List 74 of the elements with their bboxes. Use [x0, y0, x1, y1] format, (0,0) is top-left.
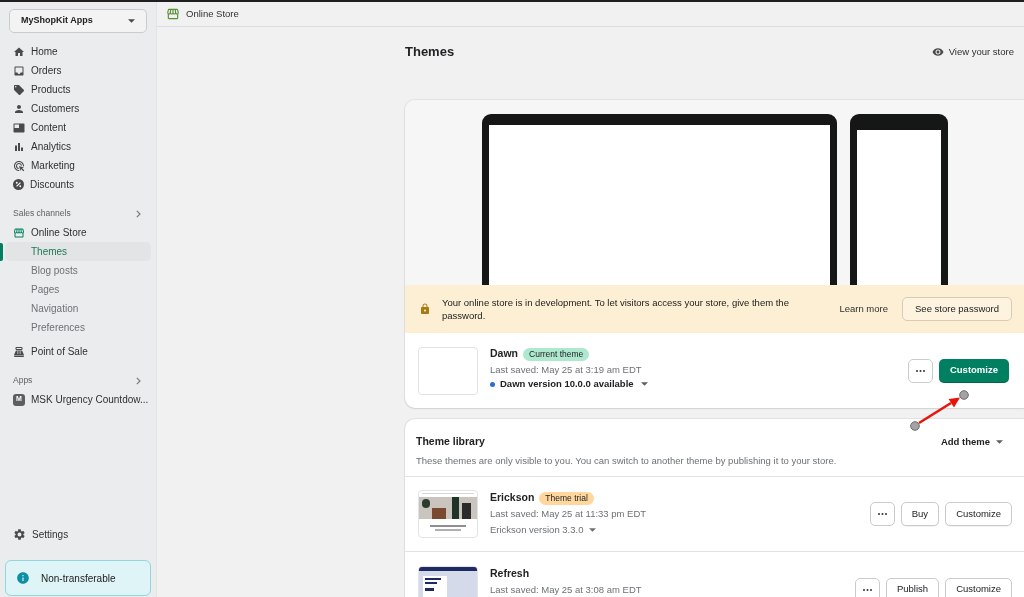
section-description: These themes are only visible to you. You can switch to another theme by publishing it to your store.	[416, 454, 838, 468]
nav-item[interactable]: Preferences	[5, 318, 151, 337]
settings-icon	[13, 528, 26, 541]
theme-name: Refresh	[490, 565, 530, 581]
nav-item[interactable]: Blog posts	[5, 261, 151, 280]
nav-item[interactable]: Navigation	[5, 299, 151, 318]
tag-icon	[13, 83, 25, 96]
nav-item[interactable]: Customers	[5, 99, 151, 118]
cash-register-icon	[13, 345, 25, 358]
caret-icon	[128, 19, 135, 23]
nav-item[interactable]: Content	[5, 118, 151, 137]
more-actions-button[interactable]	[907, 358, 933, 383]
theme-name: Dawn	[490, 346, 518, 362]
nav-item[interactable]: Products	[5, 80, 151, 99]
info-icon	[16, 571, 30, 585]
theme-status-badge: Current theme	[523, 347, 590, 361]
nav-item[interactable]: Discounts	[5, 175, 151, 194]
thumbnail-placeholder	[418, 346, 478, 395]
chevron-right-icon	[136, 209, 141, 218]
caret-icon	[996, 440, 1003, 444]
bar-chart-icon	[13, 140, 25, 153]
storefront-icon	[13, 226, 25, 239]
eye-icon	[931, 46, 944, 58]
action-button[interactable]: Buy	[900, 502, 940, 526]
banner-message: Your online store is in development. To let visitors access your store, give them the password.	[442, 296, 790, 322]
section-heading: Sales channels	[13, 207, 71, 220]
chevron-right-icon	[136, 376, 141, 385]
top-bar-title: Online Store	[186, 6, 239, 21]
caret-icon	[640, 382, 648, 386]
ellipsis-icon	[862, 588, 872, 591]
more-actions-button[interactable]	[854, 577, 880, 597]
nav-item[interactable]: Orders	[5, 61, 151, 80]
page-title: Themes	[405, 43, 455, 62]
view-store-link[interactable]: View your store	[931, 44, 1014, 60]
store-selector[interactable]: MyShopKit Apps	[9, 9, 147, 33]
last-saved-text: Last saved: May 25 at 11:33 pm EDT	[490, 507, 647, 521]
inbox-icon	[13, 64, 25, 77]
more-actions-button[interactable]	[869, 502, 895, 526]
action-button[interactable]: Publish	[885, 577, 940, 597]
primary-button[interactable]: Customize	[938, 358, 1009, 383]
home-icon	[13, 45, 25, 58]
last-saved-text: Last saved: May 25 at 3:08 am EDT	[490, 582, 642, 597]
nav-item[interactable]: Themes	[5, 242, 151, 261]
lock-icon	[419, 303, 431, 315]
section-heading: Apps	[13, 374, 33, 387]
nav-item[interactable]: Point of Sale	[5, 342, 151, 361]
nav-item[interactable]: Online Store	[5, 223, 151, 242]
nav-item[interactable]: Home	[5, 42, 151, 61]
last-saved-text: Last saved: May 25 at 3:19 am EDT	[490, 362, 643, 377]
caret-icon	[589, 528, 597, 532]
theme-name: Erickson	[490, 490, 535, 506]
nav-item[interactable]: Pages	[5, 280, 151, 299]
version-dropdown[interactable]: Dawn version 10.0.0 available	[490, 376, 648, 392]
section-title: Theme library	[416, 434, 485, 450]
add-theme-button[interactable]: Add theme	[940, 434, 1003, 450]
annotation-arrow	[909, 389, 971, 433]
theme-preview-drawing	[418, 490, 478, 538]
theme-status-badge: Theme trial	[539, 491, 594, 505]
cursor-click-icon	[13, 159, 25, 172]
see-store-password-button[interactable]: See store password	[902, 297, 1012, 321]
version-dropdown[interactable]: Erickson version 3.3.0	[490, 522, 647, 538]
person-icon	[13, 102, 25, 115]
screen-icon	[13, 121, 25, 134]
notice-text: Non-transferable	[41, 571, 116, 586]
percent-circle-icon	[13, 179, 24, 190]
action-button[interactable]: Customize	[945, 502, 1012, 526]
ellipsis-icon	[915, 369, 925, 372]
action-button[interactable]: Customize	[945, 577, 1012, 597]
storefront-icon	[166, 7, 180, 21]
selected-indicator	[0, 242, 3, 261]
nav-item[interactable]: Marketing	[5, 156, 151, 175]
nav-item[interactable]: Analytics	[5, 137, 151, 156]
nav-item[interactable]: Settings	[5, 525, 151, 544]
learn-more-link[interactable]: Learn more	[839, 301, 889, 317]
